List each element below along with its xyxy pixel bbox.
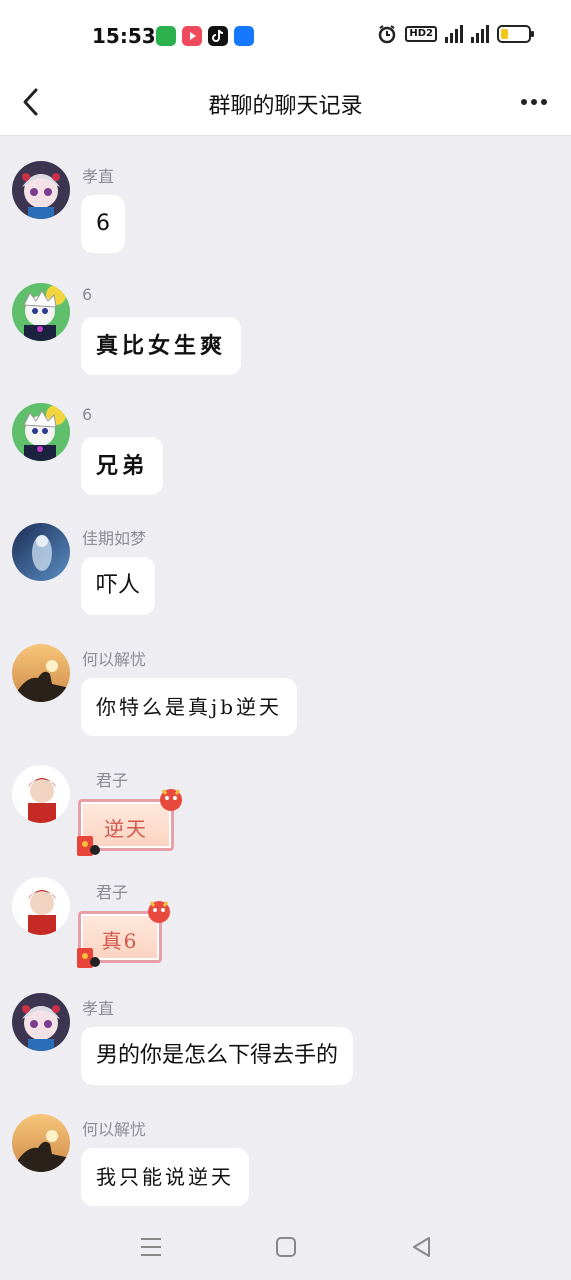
message-bubble[interactable]: 男的你是怎么下得去手的 [81,1027,354,1085]
sender-name: 佳期如梦 [82,529,147,548]
message-bubble[interactable]: 你特么是真jb逆天 [81,678,298,736]
status-indicators: HD2 [377,24,534,44]
sender-name: 孝直 [82,167,115,186]
avatar[interactable] [12,993,70,1051]
page-title: 群聊的聊天记录 [208,94,363,119]
signal-icon-2 [471,25,489,43]
chat-header: 群聊的聊天记录 [0,70,571,136]
sticker-message[interactable]: 逆天 [77,789,182,856]
sender-name: 何以解忧 [82,650,147,669]
message-bubble[interactable]: 兄弟 [81,437,164,495]
menu-icon[interactable] [138,1234,164,1260]
status-time: 15:53 [92,24,156,48]
sender-name: 君子 [96,883,129,902]
dragon-icon [148,901,170,923]
notification-icons [156,26,254,46]
hd-voice-badge: HD2 [405,26,437,42]
avatar[interactable] [12,161,70,219]
app-icon-red [182,26,202,46]
sender-name: 何以解忧 [82,1120,147,1139]
app-icon-green [156,26,176,46]
more-horizontal-icon [521,99,527,105]
sender-name: 孝直 [82,999,115,1018]
more-button[interactable] [517,86,551,118]
avatar[interactable] [12,877,70,935]
message-bubble[interactable]: 真比女生爽 [81,317,242,375]
avatar[interactable] [12,403,70,461]
battery-icon [497,25,534,43]
avatar[interactable] [12,1114,70,1172]
alarm-icon [379,25,396,44]
avatar[interactable] [12,644,70,702]
sender-name: 君子 [96,771,129,790]
avatar[interactable] [12,765,70,823]
sender-name: 6 [82,285,93,304]
avatar[interactable] [12,283,70,341]
home-square-icon[interactable] [273,1234,299,1260]
signal-icon [445,25,463,43]
red-envelope-icon [77,948,100,968]
message-bubble[interactable]: 吓人 [81,557,156,615]
app-icon-alipay [234,26,254,46]
back-triangle-icon[interactable] [409,1234,435,1260]
sticker-message[interactable]: 真6 [77,901,170,968]
battery-level [501,29,508,39]
sender-name: 6 [82,405,93,424]
message-bubble[interactable]: 我只能说逆天 [81,1148,249,1206]
system-nav-bar [0,1212,571,1280]
avatar[interactable] [12,523,70,581]
status-bar: 15:53 HD2 [0,0,571,70]
message-bubble[interactable]: 6 [81,195,125,253]
dragon-icon [160,789,182,811]
red-envelope-icon [77,836,100,856]
app-icon-tiktok [208,26,228,46]
